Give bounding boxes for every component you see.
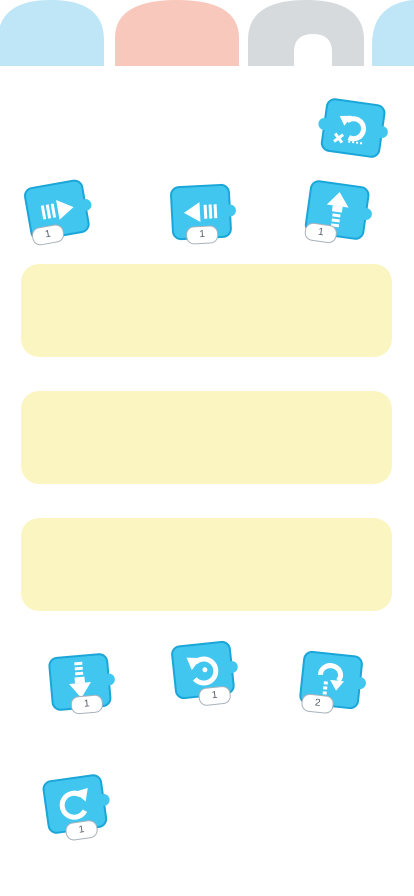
move-left-block[interactable]: 1: [164, 176, 238, 250]
gray-arch: [248, 0, 364, 66]
block-count-badge: 2: [300, 693, 335, 715]
program-drop-zone-1[interactable]: [21, 264, 392, 357]
block-count-badge: 1: [185, 225, 219, 245]
move-down-block[interactable]: 1: [42, 645, 118, 721]
blue-arch: [0, 0, 104, 66]
program-drop-zone-3[interactable]: [21, 518, 392, 611]
top-decoration: [0, 0, 414, 66]
move-up-block[interactable]: 1: [297, 171, 376, 250]
blue-arch-right: [372, 0, 414, 66]
move-right-block[interactable]: 1: [16, 170, 97, 251]
block-count-badge: 1: [64, 819, 99, 842]
block-count-badge: 1: [70, 694, 104, 715]
pink-arch: [115, 0, 239, 66]
jump-block[interactable]: 2: [293, 643, 370, 720]
reset-block[interactable]: [313, 89, 392, 168]
rotate-clockwise-block[interactable]: 1: [35, 765, 114, 844]
rotate-counterclockwise-block[interactable]: 1: [165, 633, 242, 710]
program-drop-zone-2[interactable]: [21, 391, 392, 484]
